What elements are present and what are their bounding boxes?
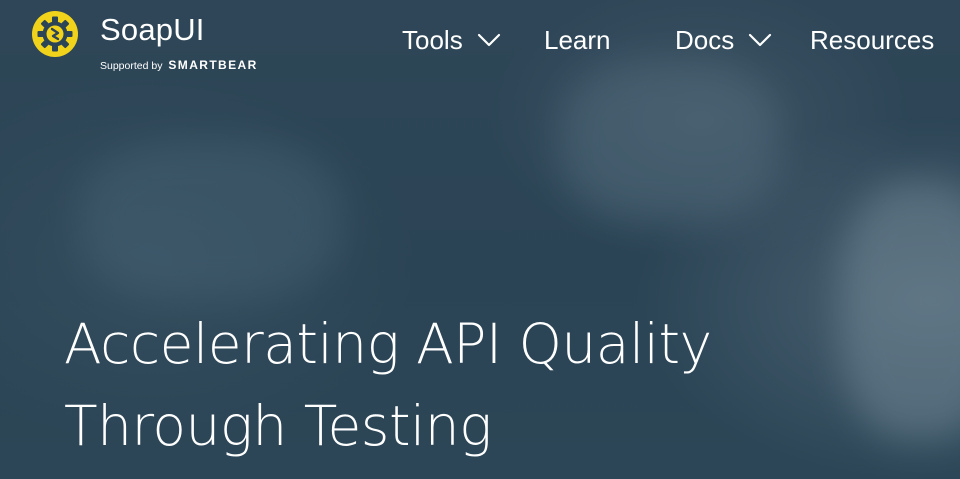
chevron-down-icon — [477, 33, 500, 47]
main-navigation: Tools Learn Docs Resources — [0, 22, 960, 62]
nav-item-learn[interactable]: Learn — [544, 22, 611, 58]
nav-item-resources[interactable]: Resources — [810, 22, 934, 58]
nav-item-label: Tools — [402, 24, 463, 55]
headline-line-1: Accelerating API Quality — [64, 312, 712, 376]
hero-headline: Accelerating API Quality Through Testing — [64, 303, 864, 467]
nav-item-tools[interactable]: Tools — [402, 22, 501, 58]
nav-item-label: Resources — [810, 24, 935, 55]
background-blur-shape — [560, 60, 780, 220]
nav-item-label: Learn — [544, 24, 611, 55]
nav-item-label: Docs — [675, 24, 735, 55]
headline-line-2: Through Testing — [64, 394, 492, 458]
nav-item-docs[interactable]: Docs — [675, 22, 772, 58]
chevron-down-icon — [749, 33, 772, 47]
background-blur-shape — [80, 140, 340, 300]
hero-section: SoapUI Supported by SMARTBEAR Tools Lear… — [0, 0, 960, 479]
site-header: SoapUI Supported by SMARTBEAR Tools Lear… — [0, 0, 960, 80]
